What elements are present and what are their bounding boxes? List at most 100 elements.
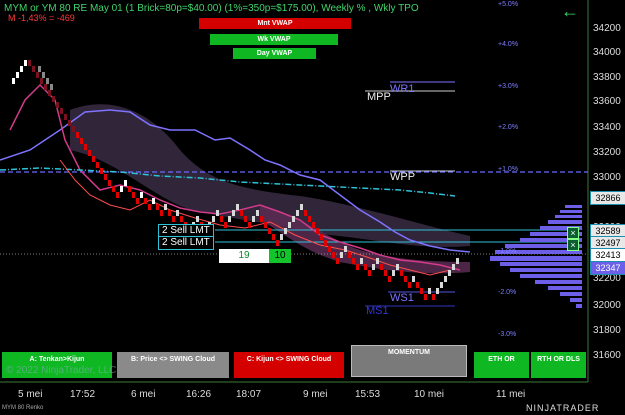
renko-brick: [352, 258, 355, 264]
renko-brick: [28, 60, 31, 66]
pct-tick: -3.0%: [498, 331, 517, 338]
renko-brick: [264, 222, 267, 228]
kijun-swing-cloud-button[interactable]: C: Kijun <> SWING Cloud: [234, 352, 344, 378]
renko-brick: [272, 234, 275, 240]
renko-brick: [456, 258, 459, 264]
wpp-label: WPP: [390, 171, 416, 183]
renko-brick: [336, 258, 339, 264]
renko-brick: [240, 210, 243, 216]
day-vwap-label: Day VWAP: [233, 48, 316, 59]
renko-brick: [52, 96, 55, 102]
renko-brick: [20, 66, 23, 72]
renko-brick: [160, 210, 163, 216]
price-tick: 34200: [593, 23, 621, 34]
price-swing-cloud-button[interactable]: B: Price <> SWING Cloud: [117, 352, 229, 378]
renko-brick: [252, 216, 255, 222]
renko-brick: [116, 192, 119, 198]
pct-tick: +5.0%: [498, 1, 519, 8]
renko-brick: [180, 216, 183, 222]
renko-brick: [140, 192, 143, 198]
pct-tick: -2.0%: [498, 289, 517, 296]
renko-brick: [156, 204, 159, 210]
qty-box-right[interactable]: 10: [269, 249, 291, 263]
cancel-order-2-icon[interactable]: ×: [567, 239, 579, 251]
price-tick: 33400: [593, 122, 621, 133]
renko-brick: [392, 270, 395, 276]
renko-brick: [50, 84, 53, 90]
renko-brick: [256, 210, 259, 216]
week-vwap-label: Wk VWAP: [210, 34, 338, 45]
time-tick: 10 mei: [414, 389, 445, 400]
renko-brick: [148, 204, 151, 210]
wr1-label: WR1: [390, 83, 415, 95]
renko-brick: [332, 252, 335, 258]
renko-brick: [44, 84, 47, 90]
renko-brick: [24, 60, 27, 66]
pct-tick: +4.0%: [498, 41, 519, 48]
renko-brick: [412, 276, 415, 282]
time-tick: 5 mei: [18, 389, 43, 400]
renko-brick: [356, 264, 359, 270]
pct-tick: +3.0%: [498, 83, 519, 90]
renko-brick: [128, 186, 131, 192]
renko-brick: [38, 66, 41, 72]
renko-brick: [292, 216, 295, 222]
renko-brick: [120, 186, 123, 192]
renko-brick: [136, 198, 139, 204]
renko-brick: [152, 198, 155, 204]
renko-brick: [32, 66, 35, 72]
renko-brick: [80, 138, 83, 144]
renko-brick: [280, 234, 283, 240]
renko-brick: [100, 168, 103, 174]
renko-brick: [42, 72, 45, 78]
price-box-last: 32413: [590, 248, 625, 262]
eth-or-button[interactable]: ETH OR: [474, 352, 529, 378]
chart-footer-label: MYM 80 Renko: [2, 405, 44, 411]
renko-brick: [212, 216, 215, 222]
renko-brick: [56, 102, 59, 108]
cancel-order-1-icon[interactable]: ×: [567, 227, 579, 239]
price-tick: 33200: [593, 147, 621, 158]
rth-or-dls-button[interactable]: RTH OR DLS: [531, 352, 586, 378]
renko-brick: [64, 114, 67, 120]
renko-brick: [408, 282, 411, 288]
renko-brick: [72, 126, 75, 132]
renko-brick: [340, 252, 343, 258]
renko-brick: [432, 294, 435, 300]
renko-brick: [436, 288, 439, 294]
time-tick: 11 mei: [496, 389, 526, 400]
renko-brick: [84, 144, 87, 150]
renko-brick: [320, 234, 323, 240]
renko-brick: [36, 72, 39, 78]
renko-brick: [324, 240, 327, 246]
collapse-arrow-icon[interactable]: ←: [561, 2, 579, 20]
price-tick: 34000: [593, 47, 621, 58]
renko-brick: [108, 180, 111, 186]
renko-brick: [232, 210, 235, 216]
time-tick: 16:26: [186, 389, 212, 400]
renko-brick: [276, 240, 279, 246]
renko-brick: [428, 288, 431, 294]
renko-brick: [448, 270, 451, 276]
renko-brick: [384, 270, 387, 276]
renko-brick: [76, 132, 79, 138]
copyright-text: © 2022 NinjaTrader, LLC: [6, 365, 117, 376]
renko-brick: [236, 204, 239, 210]
sell-limit-order-2[interactable]: 2 Sell LMT: [158, 236, 214, 250]
renko-brick: [368, 270, 371, 276]
renko-brick: [96, 162, 99, 168]
renko-brick: [124, 180, 127, 186]
momentum-button[interactable]: MOMENTUM: [351, 345, 467, 377]
time-tick: 17:52: [70, 389, 96, 400]
ws1-label: WS1: [390, 292, 414, 304]
renko-brick: [312, 222, 315, 228]
renko-brick: [104, 174, 107, 180]
qty-box-left[interactable]: 19: [219, 249, 269, 263]
renko-brick: [220, 216, 223, 222]
renko-brick: [176, 210, 179, 216]
renko-brick: [244, 216, 247, 222]
renko-brick: [300, 204, 303, 210]
pct-tick: -1.0%: [498, 248, 517, 255]
renko-brick: [440, 282, 443, 288]
ninjatrader-logo: NINJATRADER: [526, 403, 600, 413]
